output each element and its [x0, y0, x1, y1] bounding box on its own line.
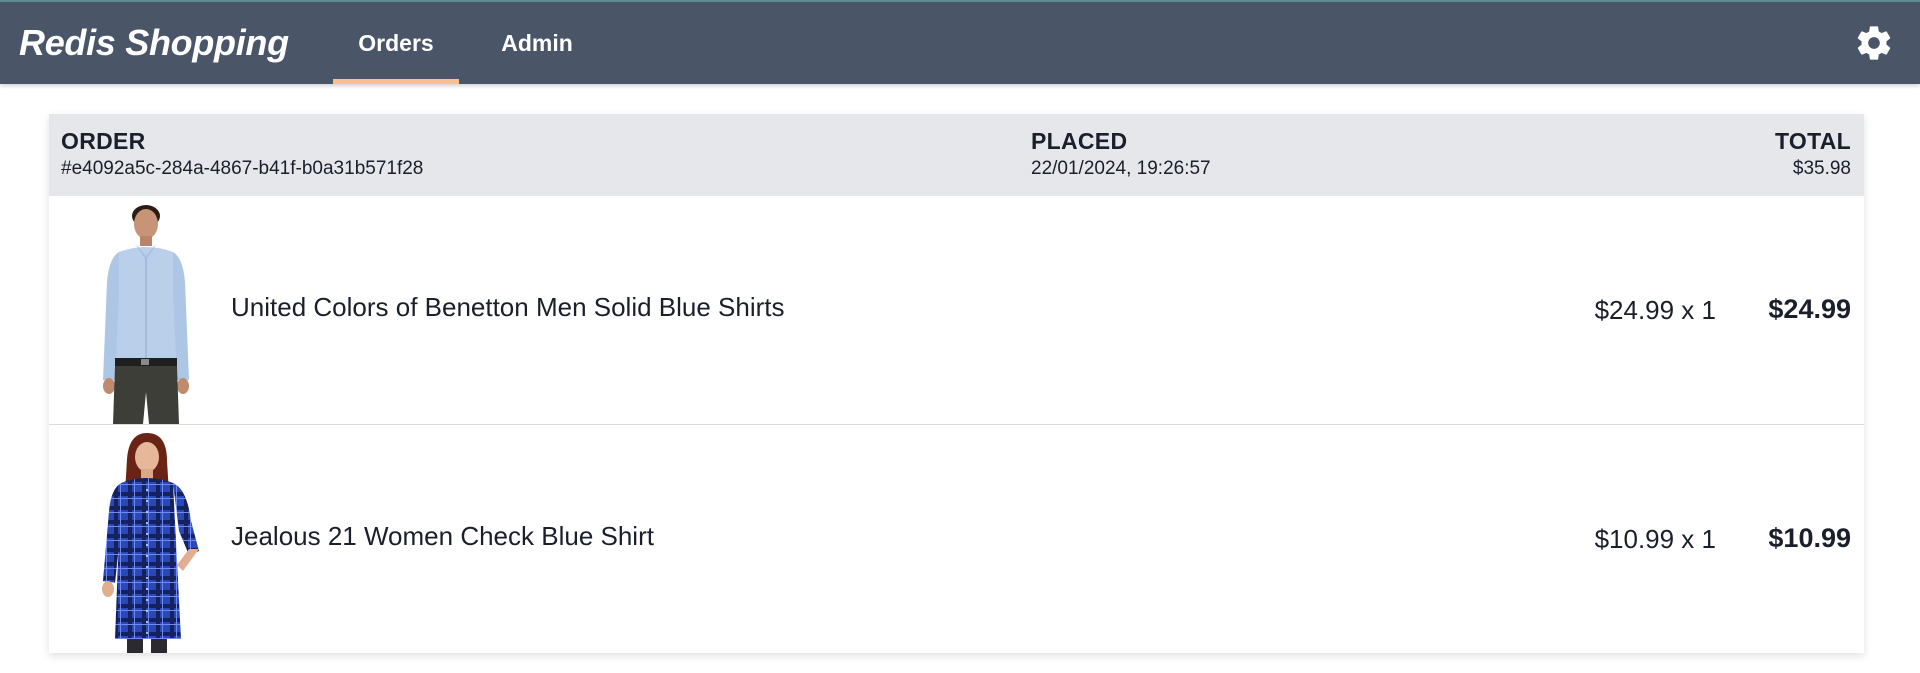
- placed-column: PLACED 22/01/2024, 19:26:57: [1031, 128, 1211, 180]
- item-line-total: $24.99: [1768, 294, 1851, 324]
- placed-label: PLACED: [1031, 128, 1128, 154]
- item-line-total: $10.99: [1768, 523, 1851, 553]
- tab-admin[interactable]: Admin: [486, 2, 588, 84]
- order-id-column: ORDER #e4092a5c-284a-4867-b41f-b0a31b571…: [61, 128, 423, 180]
- order-header: ORDER #e4092a5c-284a-4867-b41f-b0a31b571…: [49, 114, 1864, 196]
- item-name: Jealous 21 Women Check Blue Shirt: [231, 521, 654, 551]
- total-label: TOTAL: [1774, 128, 1851, 154]
- order-item-row: United Colors of Benetton Men Solid Blue…: [49, 196, 1864, 425]
- item-price-quantity: $24.99 x 1: [1594, 295, 1716, 325]
- order-item-row: Jealous 21 Women Check Blue Shirt $10.99…: [49, 425, 1864, 654]
- item-name: United Colors of Benetton Men Solid Blue…: [231, 292, 785, 322]
- order-id: #e4092a5c-284a-4867-b41f-b0a31b571f28: [61, 158, 424, 179]
- total-column: TOTAL $35.98: [1775, 128, 1851, 180]
- order-total: $35.98: [1792, 158, 1851, 179]
- top-navbar: Redis Shopping Orders Admin: [0, 0, 1920, 84]
- order-label: ORDER: [61, 128, 146, 154]
- tab-orders[interactable]: Orders: [333, 2, 459, 84]
- product-image-man-shirt: [103, 205, 189, 424]
- placed-date: 22/01/2024, 19:26:57: [1031, 158, 1211, 179]
- item-price-quantity: $10.99 x 1: [1594, 524, 1716, 554]
- order-card: ORDER #e4092a5c-284a-4867-b41f-b0a31b571…: [49, 114, 1864, 653]
- product-image-woman-check-shirt: [102, 433, 199, 653]
- brand-logo[interactable]: Redis Shopping: [19, 22, 289, 64]
- gear-icon[interactable]: [1854, 23, 1894, 63]
